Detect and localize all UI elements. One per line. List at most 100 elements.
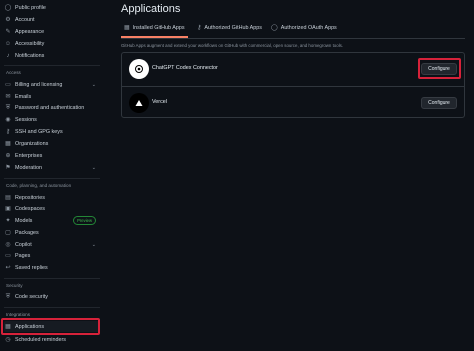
shield-icon: ⛨ [5,293,11,300]
person-icon: ◯ [4,4,12,11]
sidebar-item-billing[interactable]: ▭ Billing and licensing ⌄ [4,79,100,90]
tab-label: Authorized GitHub Apps [204,24,262,31]
sidebar-item-emails[interactable]: ✉ Emails [4,91,100,102]
report-icon: ⚑ [5,164,11,171]
sidebar-item-appearance[interactable]: ✎ Appearance [4,26,100,37]
sidebar-item-password[interactable]: ⛨ Password and authentication [4,102,100,113]
sidebar-item-models[interactable]: ✦ Models Preview [4,215,100,226]
tab-authorized-oauth-apps[interactable]: ◯ Authorized OAuth Apps [271,24,337,32]
sidebar-item-copilot[interactable]: ◎ Copilot ⌄ [4,239,100,250]
sidebar-item-label: Pages [15,252,31,259]
app-row: ChatGPT Codex Connector Configure [122,53,464,85]
page-title: Applications [121,3,181,15]
apps-icon: ▦ [124,25,130,31]
tab-label: Authorized OAuth Apps [280,24,337,31]
chevron-down-icon: ⌄ [91,241,96,248]
broadcast-icon: ◉ [5,116,11,123]
chatgpt-logo-icon [129,59,149,79]
sidebar-item-moderation[interactable]: ⚑ Moderation ⌄ [4,162,100,173]
sidebar-section-code: Code, planning, and automation [6,183,72,188]
key-icon: ⚷ [5,128,11,135]
sidebar-item-ssh-keys[interactable]: ⚷ SSH and GPG keys [4,126,100,137]
repo-icon: ▤ [5,194,11,201]
sidebar-item-account[interactable]: ⚙ Account [4,14,100,25]
chevron-down-icon: ⌄ [91,164,96,171]
app-name: Vercel [152,99,167,105]
gear-icon: ⚙ [5,16,11,23]
sidebar-item-label: Account [15,16,35,23]
sidebar-item-sessions[interactable]: ◉ Sessions [4,114,100,125]
codespaces-icon: ▣ [5,205,11,212]
sidebar-item-accessibility[interactable]: ☺ Accessibility [4,38,100,49]
sidebar-section-integrations: Integrations [6,312,31,317]
preview-badge: Preview [73,216,96,225]
sidebar-item-repositories[interactable]: ▤ Repositories [4,192,100,203]
sidebar-item-label: Sessions [15,116,37,123]
paintbrush-icon: ✎ [5,28,11,35]
sidebar-item-label: Codespaces [15,205,45,212]
sidebar-item-label: Organizations [15,140,49,147]
sidebar-item-label: Scheduled reminders [15,336,66,343]
sidebar-item-enterprises[interactable]: ⊕ Enterprises [4,150,100,161]
sidebar-item-label: SSH and GPG keys [15,128,63,135]
highlight-box-applications [1,318,100,335]
sidebar-section-access: Access [6,70,21,75]
sidebar-divider [4,65,100,66]
sidebar-item-packages[interactable]: ▢ Packages [4,227,100,238]
mail-icon: ✉ [5,93,11,100]
sidebar-item-label: Repositories [15,194,45,201]
configure-button[interactable]: Configure [421,97,457,109]
sidebar-item-notifications[interactable]: ♪ Notifications [4,50,100,61]
sidebar-divider [4,307,100,308]
sidebar-item-label: Billing and licensing [15,81,63,88]
sidebar-item-label: Copilot [15,241,32,248]
vercel-logo-icon [129,93,149,113]
package-icon: ▢ [5,229,11,236]
chevron-down-icon: ⌄ [91,81,96,88]
app-name: ChatGPT Codex Connector [152,65,218,71]
sidebar-item-organizations[interactable]: ▦ Organizations [4,138,100,149]
highlight-box-configure [418,58,461,79]
sidebar-divider [4,178,100,179]
organization-icon: ▦ [5,140,11,147]
app-row: Vercel Configure [122,86,464,119]
sidebar-item-label: Saved replies [15,264,48,271]
key-icon: ⚷ [197,25,202,31]
sidebar-item-scheduled-reminders[interactable]: ◷ Scheduled reminders [4,334,100,345]
sidebar-item-label: Enterprises [15,152,43,159]
sidebar-item-label: Public profile [15,4,46,11]
applications-tabs: ▦ Installed GitHub Apps ⚷ Authorized GitHu… [121,20,465,39]
reply-icon: ↩ [5,264,11,271]
settings-sidebar: ◯ Public profile ⚙ Account ✎ Appearance ☺ Ac… [0,0,104,351]
sidebar-item-public-profile[interactable]: ◯ Public profile [4,2,100,13]
shield-lock-icon: ⛨ [5,104,11,111]
sidebar-item-label: Packages [15,229,39,236]
sidebar-item-code-security[interactable]: ⛨ Code security [4,291,100,302]
sidebar-section-security: Security [6,283,23,288]
person-icon: ◯ [271,25,278,31]
sidebar-item-label: Appearance [15,28,45,35]
clock-icon: ◷ [5,336,11,343]
sidebar-item-label: Accessibility [15,40,45,47]
tab-authorized-github-apps[interactable]: ⚷ Authorized GitHub Apps [197,24,262,32]
sidebar-item-label: Emails [15,93,32,100]
ai-model-icon: ✦ [5,217,11,224]
credit-card-icon: ▭ [5,81,11,88]
accessibility-icon: ☺ [4,40,12,47]
sidebar-item-label: Moderation [15,164,42,171]
tab-installed-github-apps[interactable]: ▦ Installed GitHub Apps [121,24,188,38]
sidebar-item-codespaces[interactable]: ▣ Codespaces [4,203,100,214]
tab-label: Installed GitHub Apps [132,24,185,31]
sidebar-item-label: Notifications [15,52,45,59]
globe-icon: ⊕ [5,152,11,159]
browser-icon: ▭ [5,252,11,259]
sidebar-item-label: Models [15,217,33,224]
sidebar-item-saved-replies[interactable]: ↩ Saved replies [4,262,100,273]
apps-description: GitHub Apps augment and extend your work… [121,43,344,48]
installed-apps-list: ChatGPT Codex Connector Configure Vercel… [121,52,465,118]
sidebar-item-pages[interactable]: ▭ Pages [4,250,100,261]
sidebar-item-label: Password and authentication [15,104,85,111]
bell-icon: ♪ [6,52,10,59]
copilot-icon: ◎ [5,241,11,248]
sidebar-item-label: Code security [15,293,48,300]
